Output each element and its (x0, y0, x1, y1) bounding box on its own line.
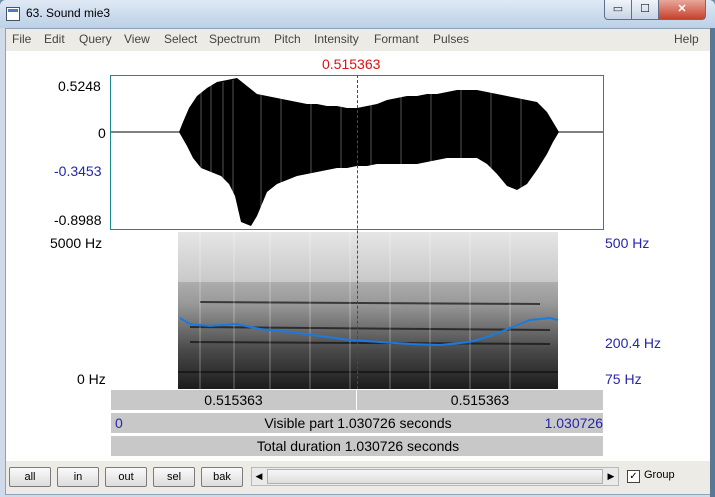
menu-help[interactable]: Help (674, 32, 699, 46)
zoom-selection-button[interactable]: sel (153, 467, 195, 487)
menu-pitch[interactable]: Pitch (274, 32, 301, 46)
window-title: 63. Sound mie3 (26, 6, 111, 20)
zoom-out-button[interactable]: out (105, 467, 147, 487)
pitch-cursor-label: 200.4 Hz (605, 335, 662, 351)
spectrogram-fmax-label: 5000 Hz (50, 235, 103, 251)
menu-formant[interactable]: Formant (374, 32, 419, 46)
waveform-zero-label: 0 (98, 125, 106, 141)
menu-edit[interactable]: Edit (44, 32, 65, 46)
right-time-segment[interactable]: 0.515363 (357, 390, 603, 410)
menu-file[interactable]: File (12, 32, 31, 46)
pitch-max-label: 500 Hz (605, 235, 650, 251)
menu-pulses[interactable]: Pulses (433, 32, 469, 46)
window-app-icon (6, 7, 20, 21)
scroll-right-icon[interactable]: ▶ (604, 468, 618, 485)
menu-intensity[interactable]: Intensity (314, 32, 359, 46)
waveform-ymax-label: 0.5248 (58, 78, 101, 94)
time-cursor-line[interactable] (357, 75, 358, 389)
maximize-button[interactable]: ☐ (631, 0, 659, 20)
visible-end-label: 1.030726 (544, 415, 603, 431)
visible-part-label: Visible part 1.030726 seconds (264, 415, 452, 431)
total-duration-label: Total duration 1.030726 seconds (256, 438, 460, 454)
group-label: Group (644, 469, 675, 481)
zoom-in-button[interactable]: in (57, 467, 99, 487)
pitch-min-label: 75 Hz (605, 371, 642, 387)
menu-view[interactable]: View (124, 32, 150, 46)
close-button[interactable]: ✕ (658, 0, 706, 20)
title-bar[interactable]: 63. Sound mie3 ▭ ☐ ✕ (0, 0, 715, 28)
group-checkbox[interactable]: ✓ (627, 470, 640, 483)
praat-sound-window: 63. Sound mie3 ▭ ☐ ✕ File Edit Query Vie… (0, 0, 715, 497)
waveform-ymin-label: -0.8988 (54, 212, 102, 228)
menu-bar: File Edit Query View Select Spectrum Pit… (6, 29, 710, 49)
menu-select[interactable]: Select (164, 32, 197, 46)
zoom-all-button[interactable]: all (9, 467, 51, 487)
menu-query[interactable]: Query (79, 32, 112, 46)
minimize-button[interactable]: ▭ (604, 0, 632, 20)
desktop-background-strip (710, 28, 715, 497)
spectrogram-fmin-label: 0 Hz (77, 371, 106, 387)
scroll-left-icon[interactable]: ◀ (252, 468, 266, 485)
left-time-segment[interactable]: 0.515363 (111, 390, 357, 410)
total-duration-bar[interactable]: Total duration 1.030726 seconds (110, 435, 604, 457)
bottom-toolbar: all in out sel bak ◀ ▶ ✓ Group (6, 463, 710, 493)
editor-client-area: File Edit Query View Select Spectrum Pit… (5, 28, 711, 495)
scrollbar-thumb[interactable] (267, 469, 603, 484)
sound-display-area[interactable]: 0.515363 0.5248 0 -0.3453 -0.8988 5000 H… (6, 51, 710, 461)
cursor-time-label: 0.515363 (322, 56, 381, 72)
waveform-cursor-amplitude-label: -0.3453 (54, 163, 102, 179)
visible-part-bar[interactable]: 0 Visible part 1.030726 seconds 1.030726 (110, 412, 604, 434)
visible-start-label: 0 (115, 415, 123, 431)
selection-bar[interactable]: 0.515363 0.515363 (110, 389, 604, 411)
zoom-back-button[interactable]: bak (201, 467, 243, 487)
time-scrollbar[interactable]: ◀ ▶ (251, 467, 619, 486)
menu-spectrum[interactable]: Spectrum (209, 32, 260, 46)
